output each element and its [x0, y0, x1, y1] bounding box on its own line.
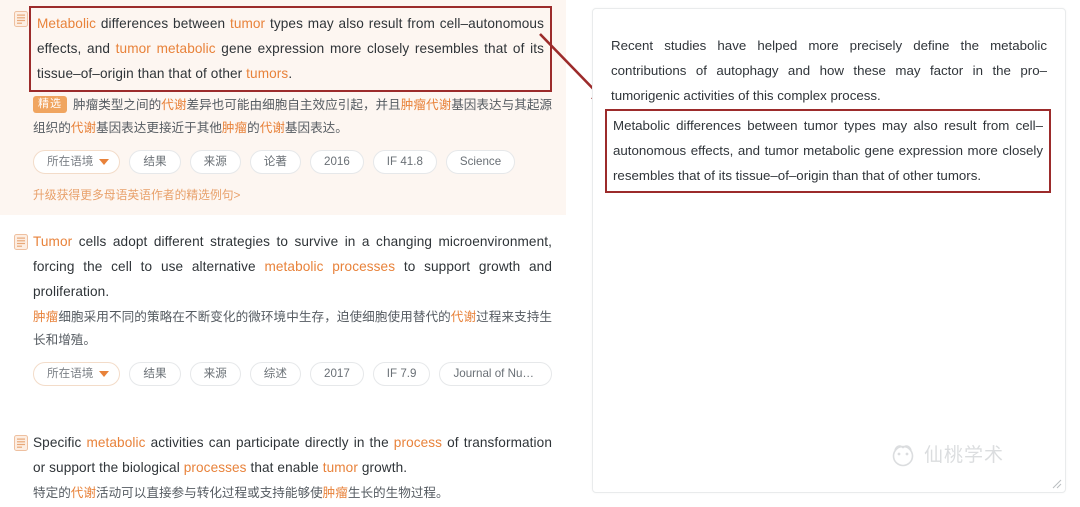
highlighted-term: 肿瘤代谢 — [400, 98, 452, 112]
highlighted-term: 肿瘤 — [322, 486, 348, 500]
highlighted-term: tumor metabolic — [115, 41, 216, 56]
source-text-panel[interactable]: Recent studies have helped more precisel… — [592, 8, 1066, 493]
plain-text: 肿瘤类型之间的 — [73, 98, 162, 112]
plain-text: that enable — [246, 460, 323, 475]
tag-journal[interactable]: Journal of Nuclea... — [439, 362, 552, 386]
plain-text: 生长的生物过程。 — [347, 486, 449, 500]
translation-text: 肿瘤类型之间的代谢差异也可能由细胞自主效应引起，并且肿瘤代谢基因表达与其起源组织… — [33, 98, 552, 135]
tag-row: 所在语境 结果 来源 综述 2017 IF 7.9 Journal of Nuc… — [33, 362, 552, 386]
tag-item[interactable]: 论著 — [249, 150, 301, 174]
tag-journal[interactable]: Science — [445, 150, 516, 174]
sentence-wrapper: Tumor cells adopt different strategies t… — [33, 229, 552, 304]
sentence-wrapper: Metabolic differences between tumor type… — [29, 6, 552, 92]
highlighted-term: 代谢 — [259, 121, 285, 135]
document-icon — [14, 234, 28, 250]
translation-line: 精选 肿瘤类型之间的代谢差异也可能由细胞自主效应引起，并且肿瘤代谢基因表达与其起源… — [33, 94, 552, 140]
plain-text: 基因表达。 — [284, 121, 348, 135]
context-filter-dropdown[interactable]: 所在语境 — [33, 362, 121, 386]
highlighted-term: Metabolic — [37, 16, 97, 31]
sentence-text: Tumor cells adopt different strategies t… — [33, 234, 552, 299]
tag-item[interactable]: 综述 — [249, 362, 301, 386]
plain-text: 活动可以直接参与转化过程或支持能够使 — [95, 486, 323, 500]
translation-line: 特定的代谢活动可以直接参与转化过程或支持能够使肿瘤生长的生物过程。 — [33, 482, 552, 505]
tag-item[interactable]: 结果 — [129, 362, 181, 386]
context-filter-label: 所在语境 — [47, 155, 94, 168]
search-results-pane: Metabolic differences between tumor type… — [0, 0, 566, 507]
source-paragraph: Recent studies have helped more precisel… — [611, 38, 1047, 103]
highlighted-term: 肿瘤 — [221, 121, 248, 135]
plain-text: 基因表达更接近于其他 — [95, 121, 222, 135]
sentence-text: Specific metabolic activities can partic… — [33, 435, 552, 475]
sentence-text: Metabolic differences between tumor type… — [37, 16, 544, 81]
plain-text: 差异也可能由细胞自主效应引起，并且 — [186, 98, 401, 112]
highlighted-term: tumor — [229, 16, 266, 31]
plain-text: 的 — [247, 121, 260, 135]
result-entry[interactable]: Metabolic differences between tumor type… — [0, 0, 566, 215]
translation-line: 肿瘤细胞采用不同的策略在不断变化的微环境中生存，迫使细胞使用替代的代谢过程来支持… — [33, 306, 552, 352]
resize-grip-icon[interactable] — [1050, 477, 1062, 489]
plain-text: differences between — [96, 16, 230, 31]
highlighted-term: 代谢 — [450, 310, 477, 324]
highlighted-term: metabolic — [86, 435, 146, 450]
upgrade-link[interactable]: 升级获得更多母语英语作者的精选例句> — [33, 186, 552, 203]
translation-text: 特定的代谢活动可以直接参与转化过程或支持能够使肿瘤生长的生物过程。 — [33, 486, 449, 500]
translation-text: 肿瘤细胞采用不同的策略在不断变化的微环境中生存，迫使细胞使用替代的代谢过程来支持… — [33, 310, 552, 347]
highlighted-term: Tumor — [33, 234, 73, 249]
tag-item[interactable]: 结果 — [129, 150, 181, 174]
chevron-down-icon — [99, 159, 110, 165]
result-sentence-row: Specific metabolic activities can partic… — [14, 430, 552, 480]
source-text-content: Recent studies have helped more precisel… — [593, 9, 1065, 193]
app-root: Metabolic differences between tumor type… — [0, 0, 1080, 507]
featured-badge: 精选 — [33, 96, 67, 113]
highlighted-sentence-box: Metabolic differences between tumor type… — [29, 6, 552, 92]
highlighted-term: 代谢 — [70, 121, 96, 135]
context-filter-label: 所在语境 — [47, 367, 94, 380]
highlighted-term: tumors — [246, 66, 289, 81]
result-sentence: Specific metabolic activities can partic… — [33, 430, 552, 480]
highlighted-term: metabolic processes — [264, 259, 396, 274]
sentence-wrapper: Specific metabolic activities can partic… — [33, 430, 552, 480]
highlighted-term: 代谢 — [161, 98, 187, 112]
tag-year[interactable]: 2016 — [310, 150, 364, 174]
highlighted-term: 肿瘤 — [33, 310, 59, 324]
result-sentence: Tumor cells adopt different strategies t… — [33, 229, 552, 304]
result-sentence-row: Tumor cells adopt different strategies t… — [14, 229, 552, 304]
highlighted-term: tumor — [322, 460, 358, 475]
source-highlighted-paragraph: Metabolic differences between tumor type… — [605, 109, 1051, 193]
plain-text: . — [288, 66, 293, 81]
plain-text: 特定的 — [33, 486, 71, 500]
chevron-down-icon — [99, 371, 110, 377]
highlighted-term: 代谢 — [70, 486, 96, 500]
tag-impact-factor[interactable]: IF 7.9 — [372, 362, 431, 386]
plain-text: Specific — [33, 435, 87, 450]
context-filter-dropdown[interactable]: 所在语境 — [33, 150, 121, 174]
tag-item[interactable]: 来源 — [189, 150, 241, 174]
document-icon — [14, 435, 28, 451]
plain-text: growth. — [357, 460, 408, 475]
plain-text: activities can participate directly in t… — [145, 435, 394, 450]
plain-text: 细胞采用不同的策略在不断变化的微环境中生存，迫使细胞使用替代的 — [58, 310, 451, 324]
result-entry[interactable]: Tumor cells adopt different strategies t… — [0, 215, 566, 390]
highlighted-term: process — [393, 435, 443, 450]
result-sentence-row: Metabolic differences between tumor type… — [14, 6, 552, 92]
document-icon — [14, 11, 28, 27]
tag-row: 所在语境 结果 来源 论著 2016 IF 41.8 Science — [33, 150, 552, 174]
tag-year[interactable]: 2017 — [310, 362, 364, 386]
highlighted-term: processes — [183, 460, 247, 475]
tag-impact-factor[interactable]: IF 41.8 — [372, 150, 437, 174]
tag-item[interactable]: 来源 — [189, 362, 241, 386]
result-entry[interactable]: Specific metabolic activities can partic… — [0, 390, 566, 507]
